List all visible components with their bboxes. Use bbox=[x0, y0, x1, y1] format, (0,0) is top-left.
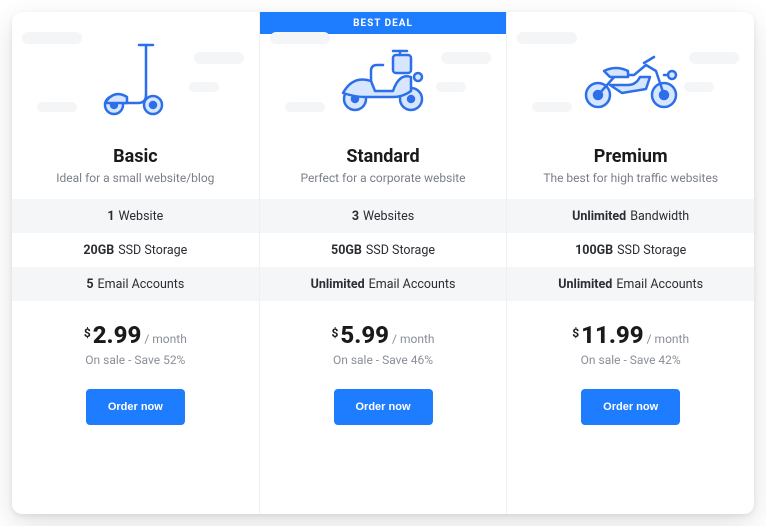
plan-standard: BEST DEAL bbox=[260, 12, 508, 514]
feature-row: 50GBSSD Storage bbox=[260, 233, 507, 267]
price-amount: 11.99 bbox=[581, 321, 643, 349]
plan-tagline: The best for high traffic websites bbox=[543, 171, 718, 185]
moped-icon bbox=[333, 41, 433, 113]
plan-name: Standard bbox=[346, 146, 419, 167]
scooter-icon bbox=[99, 37, 171, 117]
feature-list: 1Website 20GBSSD Storage 5Email Accounts bbox=[12, 199, 259, 301]
sale-text: On sale - Save 52% bbox=[84, 353, 187, 367]
order-button[interactable]: Order now bbox=[86, 389, 185, 425]
feature-row: 20GBSSD Storage bbox=[12, 233, 259, 267]
plan-name: Basic bbox=[113, 146, 158, 167]
sale-text: On sale - Save 46% bbox=[332, 353, 435, 367]
feature-list: UnlimitedBandwidth 100GBSSD Storage Unli… bbox=[507, 199, 754, 301]
order-button[interactable]: Order now bbox=[581, 389, 680, 425]
plan-name: Premium bbox=[594, 146, 668, 167]
price: $ 5.99 / month On sale - Save 46% bbox=[332, 321, 435, 367]
price-period: / month bbox=[392, 332, 434, 346]
currency: $ bbox=[572, 326, 579, 340]
currency: $ bbox=[84, 326, 91, 340]
pricing-table: Basic Ideal for a small website/blog 1We… bbox=[12, 12, 754, 514]
plan-hero bbox=[507, 12, 754, 142]
feature-row: 1Website bbox=[12, 199, 259, 233]
plan-hero bbox=[12, 12, 259, 142]
feature-row: 5Email Accounts bbox=[12, 267, 259, 301]
sale-text: On sale - Save 42% bbox=[572, 353, 689, 367]
motorcycle-icon bbox=[576, 45, 686, 109]
price-period: / month bbox=[647, 332, 689, 346]
price: $ 2.99 / month On sale - Save 52% bbox=[84, 321, 187, 367]
price-amount: 2.99 bbox=[93, 321, 142, 349]
plan-premium: Premium The best for high traffic websit… bbox=[507, 12, 754, 514]
order-button[interactable]: Order now bbox=[334, 389, 433, 425]
feature-row: UnlimitedBandwidth bbox=[507, 199, 754, 233]
plan-hero bbox=[260, 12, 507, 142]
feature-list: 3Websites 50GBSSD Storage UnlimitedEmail… bbox=[260, 199, 507, 301]
feature-row: UnlimitedEmail Accounts bbox=[507, 267, 754, 301]
plan-basic: Basic Ideal for a small website/blog 1We… bbox=[12, 12, 260, 514]
price-amount: 5.99 bbox=[340, 321, 389, 349]
currency: $ bbox=[332, 326, 339, 340]
plan-tagline: Ideal for a small website/blog bbox=[56, 171, 214, 185]
feature-row: 100GBSSD Storage bbox=[507, 233, 754, 267]
plan-tagline: Perfect for a corporate website bbox=[300, 171, 465, 185]
feature-row: 3Websites bbox=[260, 199, 507, 233]
price-period: / month bbox=[144, 332, 186, 346]
feature-row: UnlimitedEmail Accounts bbox=[260, 267, 507, 301]
price: $ 11.99 / month On sale - Save 42% bbox=[572, 321, 689, 367]
